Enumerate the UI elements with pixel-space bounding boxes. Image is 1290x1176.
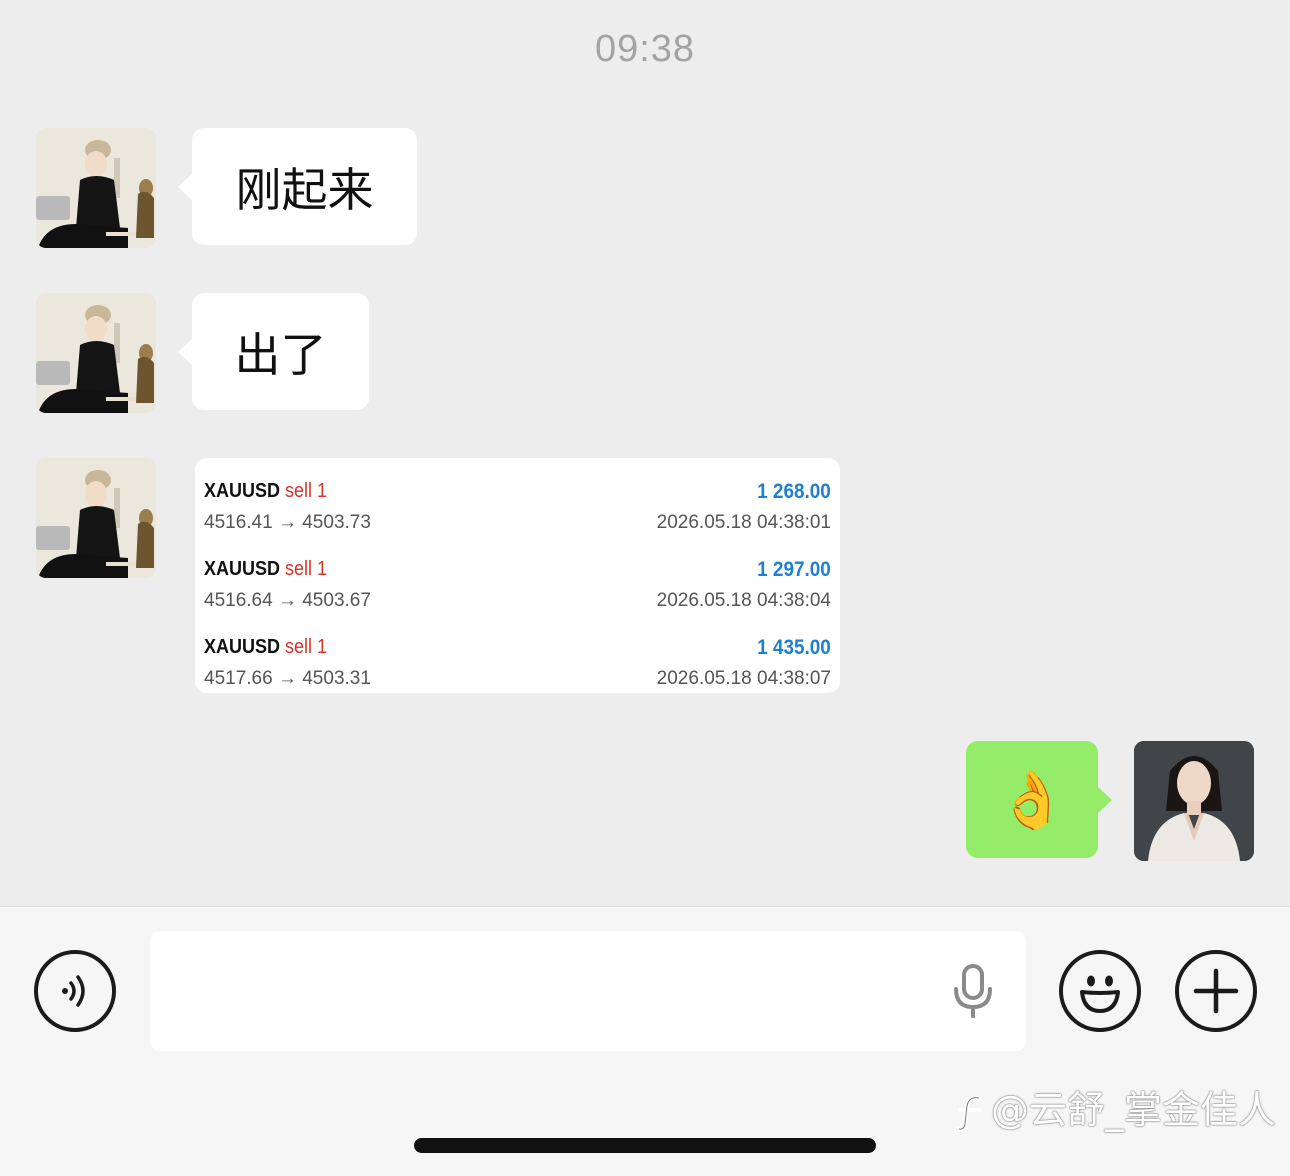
ok-hand-emoji: 👌 — [997, 767, 1067, 833]
chat-area[interactable]: 09:38 刚起来 出了 XAUUSD sell 1 1 268.00 4516… — [0, 0, 1290, 906]
message-bubble-outgoing[interactable]: 👌 — [966, 741, 1112, 858]
contact-avatar-image — [36, 128, 156, 248]
smiley-icon — [1080, 975, 1120, 1013]
trade-side: sell 1 — [285, 636, 328, 658]
trade-prices: 4517.66 → 4503.31 — [204, 668, 371, 689]
my-avatar-image — [1134, 741, 1254, 861]
trade-side: sell 1 — [285, 558, 328, 580]
trade-symbol: XAUUSD sell 1 — [204, 636, 327, 659]
trade-profit: 1 268.00 — [757, 480, 831, 503]
emoji-button[interactable] — [1059, 950, 1141, 1032]
contact-avatar[interactable] — [36, 293, 156, 413]
platform-logo-icon — [956, 1095, 981, 1131]
trade-time: 2026.05.18 04:38:01 — [656, 512, 831, 533]
trade-profit: 1 297.00 — [757, 558, 831, 581]
trade-row: XAUUSD sell 1 1 268.00 4516.41 → 4503.73… — [204, 468, 831, 534]
message-bubble-incoming[interactable]: 刚起来 — [178, 128, 417, 245]
microphone-button[interactable] — [952, 963, 994, 1023]
symbol-text: XAUUSD — [204, 558, 281, 580]
trade-time: 2026.05.18 04:38:04 — [656, 590, 831, 611]
home-indicator[interactable] — [414, 1138, 876, 1153]
watermark-text: @云舒_掌金佳人 — [990, 1088, 1276, 1132]
trade-row: XAUUSD sell 1 1 297.00 4516.64 → 4503.67… — [204, 546, 831, 612]
trade-symbol: XAUUSD sell 1 — [204, 480, 327, 503]
contact-avatar[interactable] — [36, 128, 156, 248]
message-text: 刚起来 — [235, 162, 374, 217]
trade-time: 2026.05.18 04:38:07 — [656, 668, 831, 689]
voice-toggle-button[interactable] — [34, 950, 116, 1032]
message-bubble-incoming[interactable]: 出了 — [178, 293, 369, 410]
input-toolbar: @云舒_掌金佳人 — [0, 906, 1290, 1176]
trade-row: XAUUSD sell 1 1 435.00 4517.66 → 4503.31… — [204, 624, 831, 690]
trade-prices: 4516.41 → 4503.73 — [204, 512, 371, 533]
trade-symbol: XAUUSD sell 1 — [204, 558, 327, 581]
voice-toggle-icon — [62, 975, 85, 1007]
symbol-text: XAUUSD — [204, 636, 281, 658]
more-actions-button[interactable] — [1175, 950, 1257, 1032]
plus-icon — [1193, 968, 1239, 1014]
message-timestamp: 09:38 — [594, 28, 696, 70]
message-input[interactable] — [150, 931, 1026, 1051]
contact-avatar[interactable] — [36, 458, 156, 578]
trade-screenshot-card[interactable]: XAUUSD sell 1 1 268.00 4516.41 → 4503.73… — [195, 458, 840, 693]
trade-profit: 1 435.00 — [757, 636, 831, 659]
my-avatar[interactable] — [1134, 741, 1254, 861]
contact-avatar-image — [36, 293, 156, 413]
contact-avatar-image — [36, 458, 156, 578]
message-text: 出了 — [234, 327, 327, 382]
trade-side: sell 1 — [285, 480, 328, 502]
trade-prices: 4516.64 → 4503.67 — [204, 590, 371, 611]
microphone-icon — [954, 964, 992, 1018]
symbol-text: XAUUSD — [204, 480, 281, 502]
source-watermark: @云舒_掌金佳人 — [955, 1079, 1276, 1134]
